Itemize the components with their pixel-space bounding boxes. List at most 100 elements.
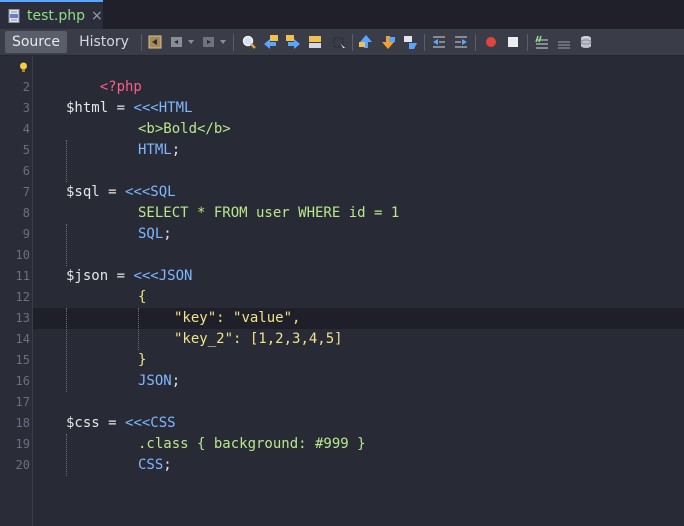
line-number: 3 (22, 101, 30, 115)
find-previous-icon[interactable] (262, 33, 280, 51)
line-number: 17 (15, 395, 30, 409)
code-line: { (138, 287, 146, 308)
close-icon[interactable]: × (91, 8, 103, 24)
heredoc-end: CSS (138, 457, 164, 473)
line-number: 13 (15, 311, 30, 325)
code-line: CSS; (138, 455, 172, 476)
indent-guide (66, 224, 67, 266)
heredoc-start: <<<JSON (133, 268, 193, 284)
operator: = (99, 415, 126, 431)
back-icon[interactable] (168, 33, 186, 51)
code-line: } (138, 350, 146, 371)
code-line: "key": "value", (174, 308, 300, 329)
line-number: 18 (15, 416, 30, 430)
heredoc-end: HTML (138, 142, 172, 158)
json-key: "key_2" (174, 331, 234, 347)
heredoc-body: SELECT * FROM user WHERE id = 1 (138, 205, 400, 221)
line-number: 15 (15, 353, 30, 367)
json-brace: } (138, 352, 147, 368)
heredoc-start: <<<HTML (133, 100, 193, 116)
line-number: 8 (22, 206, 30, 220)
toolbar-separator (527, 34, 528, 51)
heredoc-body: <b>Bold</b> (138, 121, 231, 137)
chevron-down-icon[interactable] (218, 33, 228, 51)
semicolon: ; (171, 142, 181, 158)
history-button[interactable]: History (73, 31, 135, 53)
uncomment-icon[interactable] (555, 33, 573, 51)
toggle-highlight-icon[interactable] (306, 33, 324, 51)
line-number: 19 (15, 437, 30, 451)
code-line: $html = <<<HTML (66, 98, 192, 119)
code-line: $css = <<<CSS (66, 413, 176, 434)
code-line: <?php (66, 56, 142, 95)
previous-bookmark-icon[interactable] (357, 33, 375, 51)
toolbar-separator (352, 34, 353, 51)
toolbar-separator (233, 34, 234, 51)
line-number: 16 (15, 374, 30, 388)
line-number: 5 (22, 143, 30, 157)
json-colon: : (233, 331, 250, 347)
find-next-icon[interactable] (284, 33, 302, 51)
heredoc-end: JSON (138, 373, 172, 389)
chevron-down-icon[interactable] (186, 33, 196, 51)
stop-macro-recording-icon[interactable] (504, 33, 522, 51)
toolbar-separator (475, 34, 476, 51)
shift-right-icon[interactable] (452, 33, 470, 51)
toolbar-separator (141, 34, 142, 51)
line-number: 20 (15, 458, 30, 472)
shift-left-icon[interactable] (430, 33, 448, 51)
code-line: "key_2": [1,2,3,4,5] (174, 329, 343, 350)
semicolon: ; (163, 226, 172, 242)
next-bookmark-icon[interactable] (379, 33, 397, 51)
json-key: "key" (174, 310, 217, 326)
indent-guide (66, 308, 67, 392)
line-number: 6 (22, 164, 30, 178)
heredoc-end: SQL (138, 226, 164, 242)
line-number: 14 (15, 332, 30, 346)
start-macro-recording-icon[interactable] (482, 33, 500, 51)
line-number-gutter: 2 3 4 5 6 7 8 9 10 11 12 13 14 15 16 17 … (0, 56, 33, 526)
heredoc-body: .class { background: #999 } (138, 436, 366, 452)
code-line: $sql = <<<SQL (66, 182, 176, 203)
tab-test-php[interactable]: test.php × (0, 0, 103, 29)
tab-label: test.php (27, 7, 85, 24)
operator: = (108, 100, 134, 116)
code-editor[interactable]: <?php $html = <<<HTML <b>Bold</b> HTML; … (33, 56, 684, 526)
last-edit-icon[interactable] (146, 33, 164, 51)
editor-tab-bar: test.php × (0, 0, 684, 29)
line-number (0, 56, 30, 77)
heredoc-start: <<<CSS (125, 415, 176, 431)
json-value: "value" (233, 310, 293, 326)
php-open-tag: <?php (99, 79, 142, 95)
current-line-highlight (33, 308, 684, 329)
indent-guide (138, 308, 139, 350)
code-line: SQL; (138, 224, 172, 245)
line-number: 12 (15, 290, 30, 304)
json-colon: : (216, 310, 234, 326)
line-number: 10 (15, 248, 30, 262)
variable: $html (66, 100, 109, 116)
toggle-rectangular-selection-icon[interactable] (330, 33, 348, 51)
line-number: 9 (22, 227, 30, 241)
line-number: 4 (22, 122, 30, 136)
source-button[interactable]: Source (5, 31, 67, 53)
editor-toolbar: Source History (0, 29, 684, 56)
semicolon: ; (171, 373, 181, 389)
forward-icon[interactable] (200, 33, 218, 51)
heredoc-start: <<<SQL (125, 184, 176, 200)
line-number: 11 (15, 269, 30, 283)
json-value: [1,2,3,4,5] (249, 331, 343, 347)
find-icon[interactable] (240, 33, 258, 51)
toggle-bookmark-icon[interactable] (401, 33, 419, 51)
code-line: .class { background: #999 } (138, 434, 366, 455)
variable: $json (66, 268, 109, 284)
json-comma: , (292, 310, 301, 326)
line-number: 7 (22, 185, 30, 199)
indent-guide (66, 140, 67, 182)
code-line: JSON; (138, 371, 180, 392)
code-line: <b>Bold</b> (138, 119, 231, 140)
database-icon[interactable] (577, 33, 595, 51)
code-line: $json = <<<JSON (66, 266, 192, 287)
code-line: HTML; (138, 140, 180, 161)
comment-icon[interactable] (533, 33, 551, 51)
